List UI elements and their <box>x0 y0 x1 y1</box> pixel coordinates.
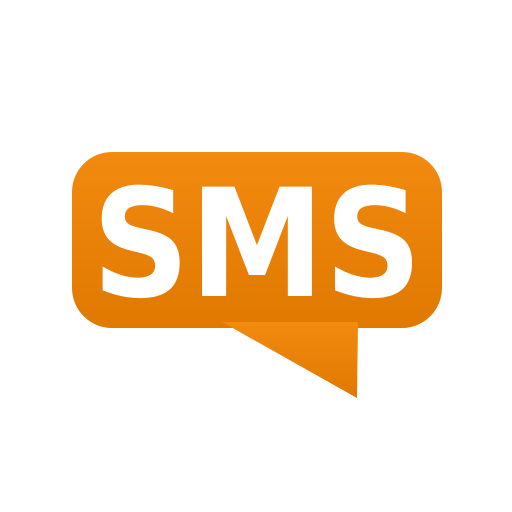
icon-canvas: SMS <box>0 0 512 512</box>
sms-speech-bubble-icon: SMS <box>72 152 442 398</box>
bubble-tail <box>222 322 358 398</box>
sms-label: SMS <box>92 158 422 332</box>
